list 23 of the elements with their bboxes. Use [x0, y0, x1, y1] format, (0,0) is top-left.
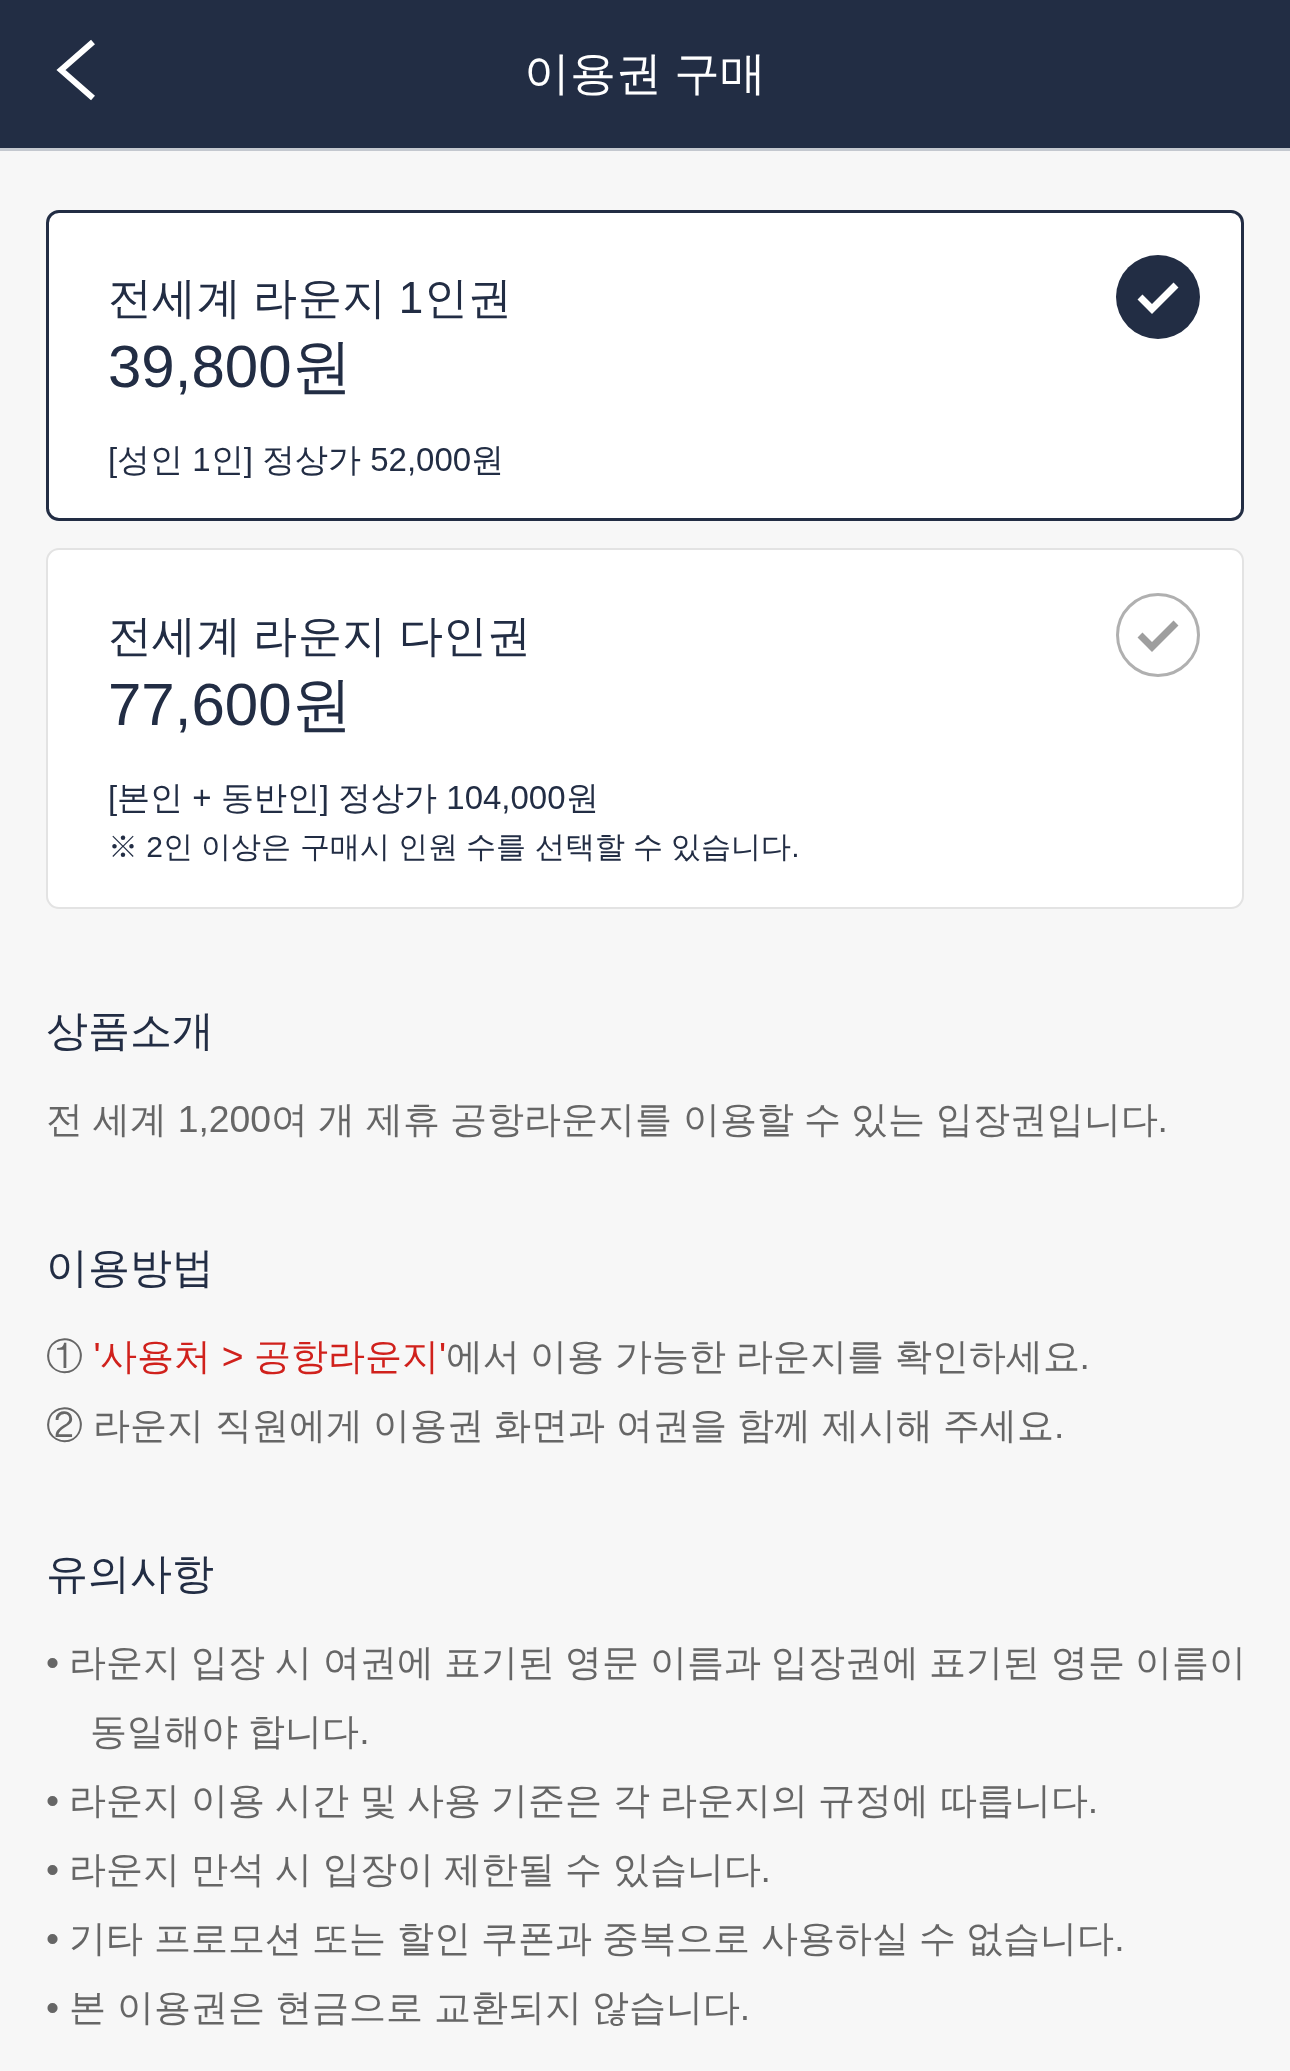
- section-heading: 이용방법: [46, 1243, 215, 1293]
- note-item-text: • 본 이용권은 현금으로 교환되지 않습니다.: [46, 1985, 752, 2030]
- purchase-note: ※ 2인 이상은 구매시 인원 수를 선택할 수 있습니다.: [108, 829, 800, 865]
- ticket-name: 전세계 라운지 1인권: [108, 272, 513, 324]
- ticket-price: 77,600원: [108, 670, 353, 740]
- usage-step-text: ② 라운지 직원에게 이용권 화면과 여권을 함께 제시해 주세요.: [46, 1403, 1066, 1448]
- intro-text: 전 세계 1,200여 개 제휴 공항라운지를 이용할 수 있는 입장권입니다.: [46, 1097, 1169, 1142]
- note-item-text: • 라운지 입장 시 여권에 표기된 영문 이름과 입장권에 표기된 영문 이름이 동일해야 합니다.: [46, 1640, 1248, 1754]
- note-item-text: • 라운지 만석 시 입장이 제한될 수 있습니다.: [46, 1847, 772, 1892]
- page-title: 이용권 구매: [523, 46, 767, 102]
- place-of-use-link[interactable]: '사용처 > 공항라운지': [93, 1335, 447, 1377]
- ticket-price: 39,800원: [108, 332, 353, 402]
- regular-price-text: [본인 + 동반인] 정상가 104,000원: [108, 778, 600, 818]
- note-item-text: • 라운지 이용 시간 및 사용 기준은 각 라운지의 규정에 따릅니다.: [46, 1778, 1100, 1823]
- usage-step-text: ① '사용처 > 공항라운지'에서 이용 가능한 라운지를 확인하세요.: [46, 1334, 1091, 1379]
- section-heading: 상품소개: [46, 1006, 215, 1056]
- ticket-option-card[interactable]: 전세계 라운지 1인권 39,800원 [성인 1인] 정상가 52,000원: [46, 210, 1244, 521]
- ticket-name: 전세계 라운지 다인권: [108, 610, 533, 662]
- section-heading: 유의사항: [46, 1549, 215, 1599]
- note-item-text: • 기타 프로모션 또는 할인 쿠폰과 중복으로 사용하실 수 없습니다.: [46, 1916, 1126, 1961]
- back-icon[interactable]: [55, 38, 97, 102]
- regular-price-text: [성인 1인] 정상가 52,000원: [108, 440, 506, 480]
- ticket-option-card[interactable]: 전세계 라운지 다인권 77,600원 [본인 + 동반인] 정상가 104,000원 ※ 2인 이상은 구매시 인원 수를 선택할 수 있습니다.: [46, 548, 1244, 909]
